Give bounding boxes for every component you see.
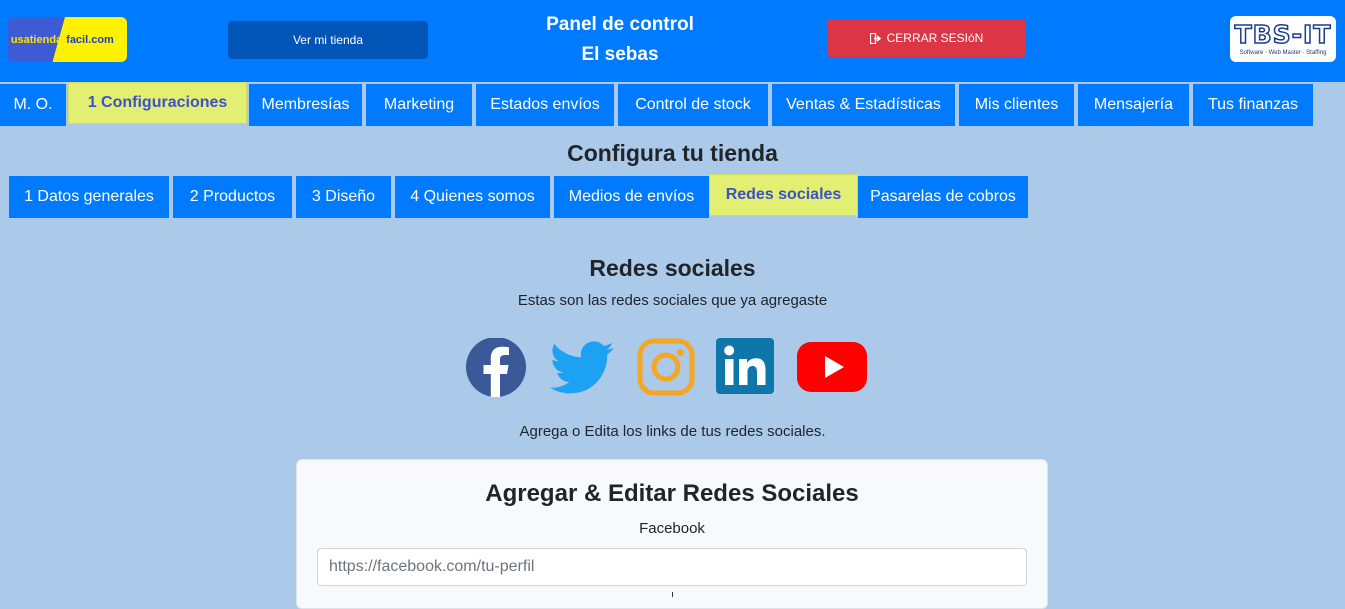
panel-title-block: Panel de control El sebas: [520, 10, 720, 70]
logout-icon: [869, 32, 881, 44]
header-bar: usatienda facil.com Ver mi tienda Panel …: [0, 0, 1345, 82]
cursor-line: [672, 592, 673, 597]
subtab-diseno[interactable]: 3 Diseño: [296, 176, 391, 218]
instagram-icon[interactable]: [637, 338, 695, 396]
tab-ventas-estadisticas[interactable]: Ventas & Estadísticas: [772, 84, 955, 126]
logout-button[interactable]: CERRAR SESIóN: [827, 19, 1026, 57]
subtab-quienes-somos[interactable]: 4 Quienes somos: [395, 176, 550, 218]
tab-mis-clientes[interactable]: Mis clientes: [959, 84, 1074, 126]
social-title: Redes sociales: [589, 255, 756, 281]
subtab-datos-generales[interactable]: 1 Datos generales: [9, 176, 169, 218]
logout-label: CERRAR SESIóN: [886, 31, 984, 45]
config-title: Configura tu tienda: [567, 140, 778, 166]
logo-part-2: facil.com: [53, 17, 127, 62]
tab-control-stock[interactable]: Control de stock: [618, 84, 768, 126]
tab-configuraciones[interactable]: 1 Configuraciones: [68, 82, 247, 124]
usatiendafacil-logo[interactable]: usatienda facil.com: [8, 17, 127, 62]
subtab-medios-envios[interactable]: Medios de envíos: [554, 176, 709, 218]
social-icons: [0, 338, 1345, 398]
tbs-it-logo: TBS-IT Software · Web Master · Staffing: [1230, 16, 1336, 62]
facebook-url-input[interactable]: [317, 548, 1027, 586]
tbs-it-tagline: Software · Web Master · Staffing: [1239, 50, 1327, 56]
tab-membresias[interactable]: Membresías: [249, 84, 362, 126]
tbs-it-brand: TBS-IT: [1234, 20, 1332, 49]
store-name: El sebas: [581, 44, 659, 65]
social-links-card: Agregar & Editar Redes Sociales Facebook: [296, 459, 1048, 609]
linkedin-icon[interactable]: [716, 338, 774, 394]
card-title: Agregar & Editar Redes Sociales: [485, 480, 859, 507]
tab-estados-envios[interactable]: Estados envíos: [476, 84, 614, 126]
tab-mensajeria[interactable]: Mensajería: [1078, 84, 1189, 126]
subtab-pasarelas-cobros[interactable]: Pasarelas de cobros: [858, 176, 1028, 218]
panel-title: Panel de control: [546, 14, 694, 35]
add-edit-text: Agrega o Edita los links de tus redes so…: [519, 423, 826, 440]
social-subtitle: Estas son las redes sociales que ya agre…: [517, 292, 828, 309]
main-tabs: M. O. 1 Configuraciones Membresías Marke…: [0, 82, 1345, 126]
youtube-icon[interactable]: [797, 342, 867, 392]
facebook-icon[interactable]: [465, 338, 528, 398]
twitter-icon[interactable]: [550, 341, 615, 396]
subtab-productos[interactable]: 2 Productos: [173, 176, 292, 218]
config-subtabs: 1 Datos generales 2 Productos 3 Diseño 4…: [0, 174, 1345, 218]
tab-marketing[interactable]: Marketing: [366, 84, 472, 126]
ver-mi-tienda-button[interactable]: Ver mi tienda: [228, 21, 428, 59]
subtab-redes-sociales[interactable]: Redes sociales: [709, 174, 858, 216]
tab-mo[interactable]: M. O.: [0, 84, 66, 126]
tab-tus-finanzas[interactable]: Tus finanzas: [1193, 84, 1313, 126]
facebook-label: Facebook: [639, 520, 705, 537]
